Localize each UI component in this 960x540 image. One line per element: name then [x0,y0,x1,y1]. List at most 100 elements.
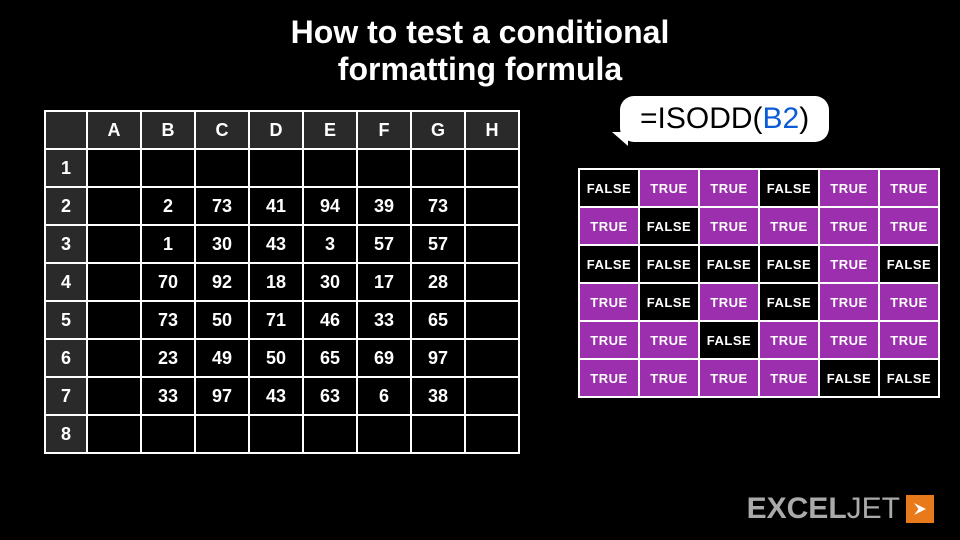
result-true: TRUE [759,359,819,397]
cell: 73 [195,187,249,225]
result-true: TRUE [699,169,759,207]
logo-word-2: JET [847,492,900,525]
result-true: TRUE [879,169,939,207]
result-true: TRUE [819,207,879,245]
result-false: FALSE [759,169,819,207]
result-false: FALSE [759,245,819,283]
result-false: FALSE [879,359,939,397]
cell: 23 [141,339,195,377]
cell [465,301,519,339]
result-false: FALSE [759,283,819,321]
cell: 49 [195,339,249,377]
result-row: TRUEFALSETRUETRUETRUETRUE [579,207,939,245]
row-header: 5 [45,301,87,339]
cell: 17 [357,263,411,301]
cell [141,415,195,453]
row-3: 3 1 30 43 3 57 57 [45,225,519,263]
cell [357,415,411,453]
cell: 92 [195,263,249,301]
result-row: TRUEFALSETRUEFALSETRUETRUE [579,283,939,321]
row-header: 1 [45,149,87,187]
cell [87,225,141,263]
cell [411,415,465,453]
result-true: TRUE [819,321,879,359]
formula-suffix: ) [799,102,809,135]
result-true: TRUE [879,283,939,321]
result-false: FALSE [579,245,639,283]
cell: 30 [303,263,357,301]
result-true: TRUE [879,207,939,245]
result-true: TRUE [579,359,639,397]
cell: 28 [411,263,465,301]
result-true: TRUE [639,359,699,397]
result-true: TRUE [699,207,759,245]
result-false: FALSE [819,359,879,397]
cell [465,415,519,453]
cell [303,415,357,453]
col-C: C [195,111,249,149]
cell: 39 [357,187,411,225]
cell: 46 [303,301,357,339]
row-2: 2 2 73 41 94 39 73 [45,187,519,225]
cell [249,415,303,453]
result-false: FALSE [579,169,639,207]
logo-word-1: EXCEL [747,492,847,525]
result-row: FALSETRUETRUEFALSETRUETRUE [579,169,939,207]
result-false: FALSE [879,245,939,283]
formula-bubble: =ISODD(B2) [620,96,829,142]
result-true: TRUE [819,283,879,321]
cell [87,415,141,453]
cell: 3 [303,225,357,263]
cell: 63 [303,377,357,415]
cell: 73 [141,301,195,339]
result-row: TRUETRUETRUETRUEFALSEFALSE [579,359,939,397]
cell: 97 [195,377,249,415]
row-5: 5 73 50 71 46 33 65 [45,301,519,339]
cell: 65 [303,339,357,377]
cell: 70 [141,263,195,301]
column-header-row: A B C D E F G H [45,111,519,149]
cell: 38 [411,377,465,415]
result-true: TRUE [759,207,819,245]
row-header: 6 [45,339,87,377]
cell: 69 [357,339,411,377]
logo-text: EXCELJET [747,492,900,526]
result-false: FALSE [699,321,759,359]
cell [465,339,519,377]
result-true: TRUE [699,283,759,321]
col-H: H [465,111,519,149]
logo-arrow-icon [906,495,934,523]
col-B: B [141,111,195,149]
cell [87,187,141,225]
cell [357,149,411,187]
cell [249,149,303,187]
cell [303,149,357,187]
result-true: TRUE [819,245,879,283]
cell: 65 [411,301,465,339]
cell: 18 [249,263,303,301]
formula-prefix: =ISODD( [640,102,763,135]
cell: 97 [411,339,465,377]
cell [141,149,195,187]
row-1: 1 [45,149,519,187]
result-true: TRUE [579,321,639,359]
title-line-2: formatting formula [0,51,960,88]
row-6: 6 23 49 50 65 69 97 [45,339,519,377]
cell: 30 [195,225,249,263]
cell [411,149,465,187]
result-row: TRUETRUEFALSETRUETRUETRUE [579,321,939,359]
cell: 94 [303,187,357,225]
cell: 57 [357,225,411,263]
results-grid: FALSETRUETRUEFALSETRUETRUETRUEFALSETRUET… [578,168,940,398]
cell: 1 [141,225,195,263]
row-header: 3 [45,225,87,263]
row-7: 7 33 97 43 63 6 38 [45,377,519,415]
corner-cell [45,111,87,149]
cell [87,339,141,377]
formula-cell-ref: B2 [763,102,800,135]
result-true: TRUE [639,169,699,207]
col-G: G [411,111,465,149]
cell [465,263,519,301]
cell [87,301,141,339]
cell: 2 [141,187,195,225]
